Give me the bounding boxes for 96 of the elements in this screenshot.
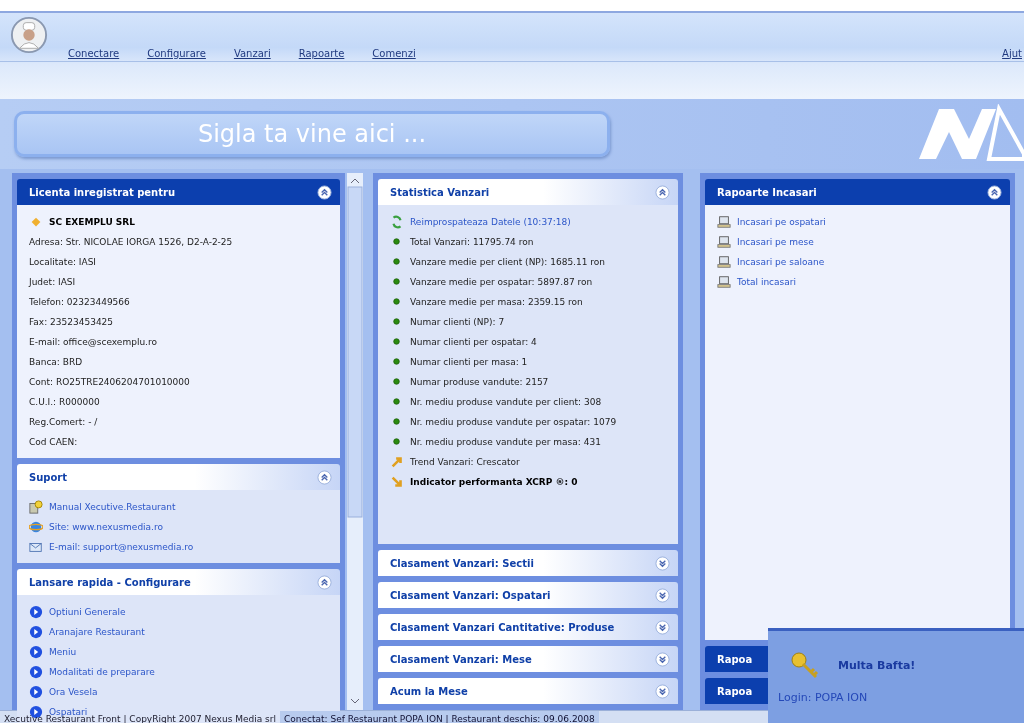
company-detail: Cont: RO25TRE2406204701010000: [29, 376, 190, 387]
expand-icon[interactable]: [655, 555, 670, 571]
collapse-icon[interactable]: [317, 184, 332, 200]
help-book-icon: [29, 499, 43, 514]
panel-header[interactable]: Clasament Vanzari Cantitative: Produse: [378, 614, 678, 640]
stat-line: Total Vanzari: 11795.74 ron: [410, 236, 534, 247]
menu-item[interactable]: Vanzari: [233, 47, 271, 59]
bullet-icon: [393, 358, 400, 365]
computer-icon: [717, 274, 731, 289]
link[interactable]: Total incasari: [737, 276, 796, 287]
bullet-icon: [393, 438, 400, 445]
status-text: Conectat: Sef Restaurant POPA ION | Restaurant deschis: 09.06.2008: [280, 711, 599, 723]
bullet-icon: [393, 238, 400, 245]
bullet-icon: [393, 258, 400, 265]
stat-line: Numar clienti (NP): 7: [410, 316, 505, 327]
menu-item[interactable]: Ajut: [1002, 47, 1022, 59]
stat-line: Vanzare medie per client (NP): 1685.11 ron: [410, 256, 605, 267]
arrow-circle-icon: [29, 644, 43, 659]
bullet-icon: [393, 278, 400, 285]
link[interactable]: E-mail: support@nexusmedia.ro: [49, 541, 194, 552]
expand-icon[interactable]: [655, 683, 670, 699]
panel-header[interactable]: Clasament Vanzari: Ospatari: [378, 582, 678, 608]
company-detail: Reg.Comert: - /: [29, 416, 98, 427]
expand-icon[interactable]: [655, 619, 670, 635]
bullet-icon: [393, 398, 400, 405]
link[interactable]: Meniu: [49, 646, 77, 657]
expand-icon[interactable]: [655, 651, 670, 667]
arrow-circle-icon: [29, 604, 43, 619]
link[interactable]: Incasari pe mese: [737, 236, 814, 247]
company-detail: Localitate: IASI: [29, 256, 96, 267]
arrow-down-right-icon: [390, 474, 404, 489]
link[interactable]: Site: www.nexusmedia.ro: [49, 521, 163, 532]
collapse-icon[interactable]: [987, 184, 1002, 200]
company-detail: E-mail: office@scexemplu.ro: [29, 336, 157, 347]
stat-line: Vanzare medie per ospatar: 5897.87 ron: [410, 276, 593, 287]
arrow-circle-icon: [29, 664, 43, 679]
refresh-link[interactable]: Reimprospateaza Datele (10:37:18): [410, 216, 571, 227]
key-icon: [790, 651, 820, 681]
stat-line: Nr. mediu produse vandute per client: 308: [410, 396, 602, 407]
company-detail: Cod CAEN:: [29, 436, 78, 447]
panel-header[interactable]: Acum la Mese: [378, 678, 678, 704]
notification-title: Multa Bafta!: [838, 659, 916, 672]
panel-header[interactable]: Clasament Vanzari: Sectii: [378, 550, 678, 576]
login-text: Login: POPA ION: [778, 691, 868, 704]
arrow-circle-icon: [29, 684, 43, 699]
refresh-icon: [390, 214, 404, 229]
menu-item[interactable]: Configurare: [147, 47, 206, 59]
bullet-icon: [393, 318, 400, 325]
company-name: SC EXEMPLU SRL: [49, 216, 135, 227]
link[interactable]: Ospatari: [49, 706, 88, 717]
panel-header[interactable]: Rapoarte Incasari: [705, 179, 1010, 205]
arrow-up-right-icon: [390, 454, 404, 469]
banner-text: Sigla ta vine aici ...: [197, 120, 427, 148]
bullet-icon: [393, 338, 400, 345]
panel-header[interactable]: Statistica Vanzari: [378, 179, 678, 205]
link[interactable]: Incasari pe ospatari: [737, 216, 826, 227]
stat-line: Numar clienti per masa: 1: [410, 356, 528, 367]
panel-header[interactable]: Lansare rapida - Configurare: [17, 569, 340, 595]
stat-line: Nr. mediu produse vandute per masa: 431: [410, 436, 601, 447]
panel-header[interactable]: Clasament Vanzari: Mese: [378, 646, 678, 672]
stat-line: Indicator performanta XCRP ®: 0: [410, 476, 578, 487]
link[interactable]: Aranajare Restaurant: [49, 626, 145, 637]
chef-avatar-icon[interactable]: [10, 16, 48, 54]
panel-header[interactable]: Suport: [17, 464, 340, 490]
company-detail: Telefon: 02323449566: [29, 296, 130, 307]
stat-line: Trend Vanzari: Crescator: [410, 456, 520, 467]
menu-item[interactable]: Conectare: [68, 47, 120, 59]
menu-item[interactable]: Rapoarte: [298, 47, 345, 59]
collapse-icon[interactable]: [655, 184, 670, 200]
link[interactable]: Optiuni Generale: [49, 606, 126, 617]
stat-line: Numar clienti per ospatar: 4: [410, 336, 537, 347]
computer-icon: [717, 254, 731, 269]
stat-line: Vanzare medie per masa: 2359.15 ron: [410, 296, 583, 307]
computer-icon: [717, 214, 731, 229]
panel-header[interactable]: Licenta inregistrat pentru: [17, 179, 340, 205]
collapse-icon[interactable]: [317, 469, 332, 485]
link[interactable]: Modalitati de preparare: [49, 666, 155, 677]
link[interactable]: Ora Vesela: [49, 686, 98, 697]
globe-e-icon: [29, 519, 43, 534]
expand-icon[interactable]: [655, 587, 670, 603]
company-detail: Adresa: Str. NICOLAE IORGA 1526, D2-A-2-25: [29, 236, 233, 247]
arrow-circle-icon: [29, 624, 43, 639]
company-detail: Banca: BRD: [29, 356, 83, 367]
company-detail: C.U.I.: R000000: [29, 396, 100, 407]
bullet-icon: [393, 378, 400, 385]
collapse-icon[interactable]: [317, 574, 332, 590]
link[interactable]: Incasari pe saloane: [737, 256, 825, 267]
stat-line: Nr. mediu produse vandute per ospatar: 1079: [410, 416, 617, 427]
company-detail: Judet: IASI: [29, 276, 76, 287]
company-detail: Fax: 23523453425: [29, 316, 114, 327]
computer-icon: [717, 234, 731, 249]
menu-item[interactable]: Comenzi: [372, 47, 416, 59]
bullet-icon: [393, 298, 400, 305]
link[interactable]: Manual Xecutive.Restaurant: [49, 501, 176, 512]
stat-line: Numar produse vandute: 2157: [410, 376, 549, 387]
bullet-icon: [393, 418, 400, 425]
